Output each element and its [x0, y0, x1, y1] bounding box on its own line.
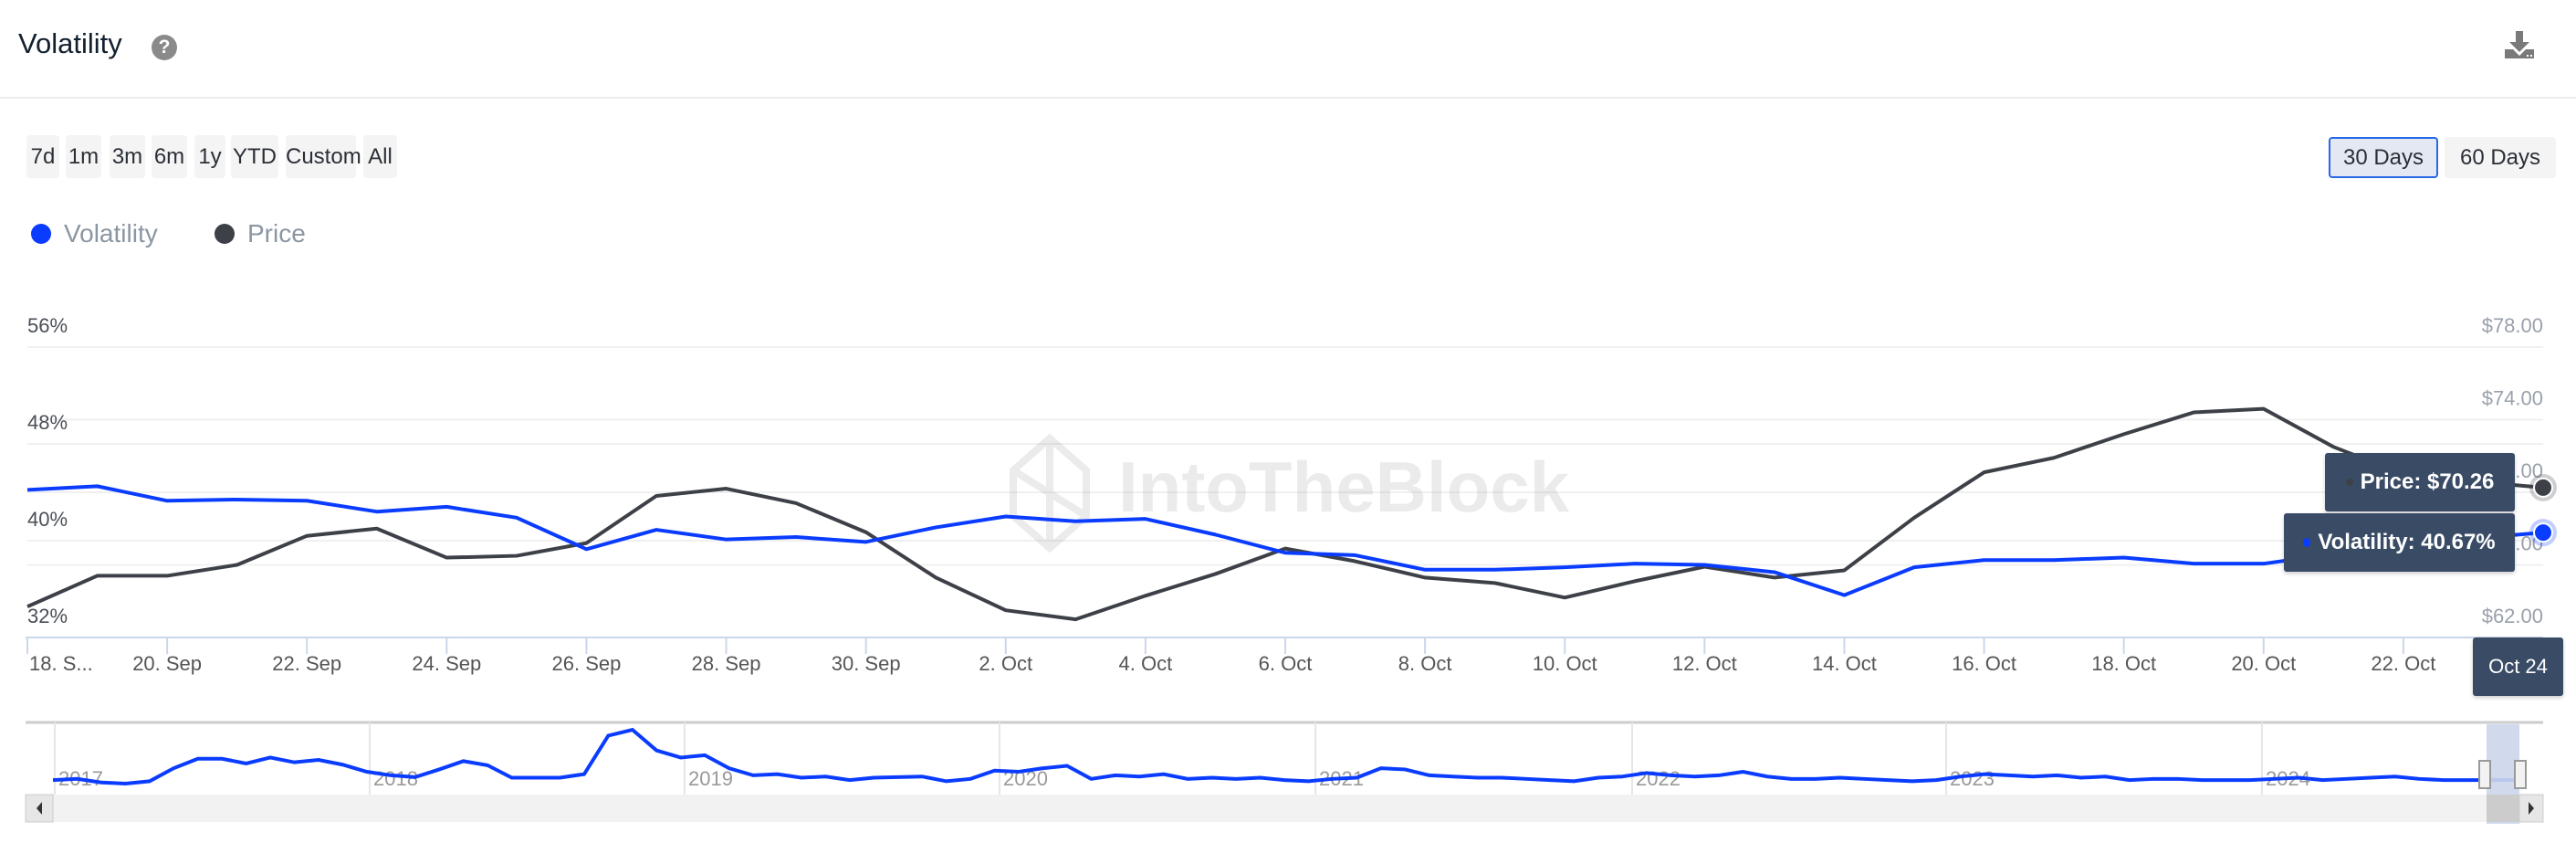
- x-tick-label: 2. Oct: [979, 652, 1032, 675]
- x-tick-label: 6. Oct: [1259, 652, 1313, 675]
- tooltip-volatility-text: Volatility: 40.67%: [2318, 530, 2496, 554]
- hover-marker-volatility: [2533, 522, 2553, 543]
- x-tick-label: 22. Sep: [272, 652, 341, 675]
- x-tick-label: 20. Oct: [2231, 652, 2296, 675]
- y-left-tick-label: 48%: [27, 411, 68, 434]
- navigator-year-label: 2019: [688, 767, 733, 790]
- navigator-year-label: 2022: [1636, 767, 1681, 790]
- x-tick-label: 4. Oct: [1119, 652, 1173, 675]
- chart-area[interactable]: IntoTheBlock 56%48%40%32%$78.00$74.00$70…: [0, 0, 2576, 864]
- hover-marker-price: [2533, 477, 2553, 498]
- tooltip-volatility: Volatility: 40.67%: [2284, 513, 2515, 572]
- tooltip-price: Price: $70.26: [2325, 453, 2515, 511]
- navigator-handle-right: [2514, 760, 2527, 789]
- y-right-tick-label: $74.00: [2482, 387, 2543, 410]
- x-tick-label: 24. Sep: [412, 652, 481, 675]
- tooltip-date: Oct 24: [2473, 637, 2563, 696]
- volatility-dot-icon: [2303, 538, 2311, 547]
- x-tick-label: 12. Oct: [1672, 652, 1737, 675]
- x-tick-label: 28. Sep: [692, 652, 761, 675]
- x-tick-label: 18. S...: [29, 652, 93, 675]
- y-right-tick-label: $62.00: [2482, 605, 2543, 627]
- x-tick-label: 26. Sep: [552, 652, 622, 675]
- y-left-tick-label: 40%: [27, 508, 68, 531]
- x-tick-label: 14. Oct: [1812, 652, 1877, 675]
- x-tick-label: 20. Sep: [132, 652, 202, 675]
- navigator-scrollbar-thumb: [2487, 795, 2519, 822]
- x-tick-label: 18. Oct: [2091, 652, 2156, 675]
- x-tick-label: 30. Sep: [832, 652, 901, 675]
- navigator-scrollbar-track: [26, 795, 2543, 822]
- navigator-handle-left: [2478, 760, 2491, 789]
- price-dot-icon: [2345, 479, 2353, 486]
- x-tick-label: 16. Oct: [1952, 652, 2016, 675]
- x-tick-label: 10. Oct: [1533, 652, 1597, 675]
- x-tick-label: 8. Oct: [1398, 652, 1452, 675]
- watermark-text: IntoTheBlock: [1118, 447, 1570, 527]
- y-right-tick-label: $78.00: [2482, 314, 2543, 337]
- navigator-series-line: [52, 727, 2516, 786]
- y-left-tick-label: 32%: [27, 605, 68, 627]
- x-tick-label: 22. Oct: [2371, 652, 2435, 675]
- tooltip-price-text: Price: $70.26: [2360, 469, 2495, 494]
- tooltip-date-text: Oct 24: [2488, 655, 2548, 678]
- y-left-tick-label: 56%: [27, 314, 68, 337]
